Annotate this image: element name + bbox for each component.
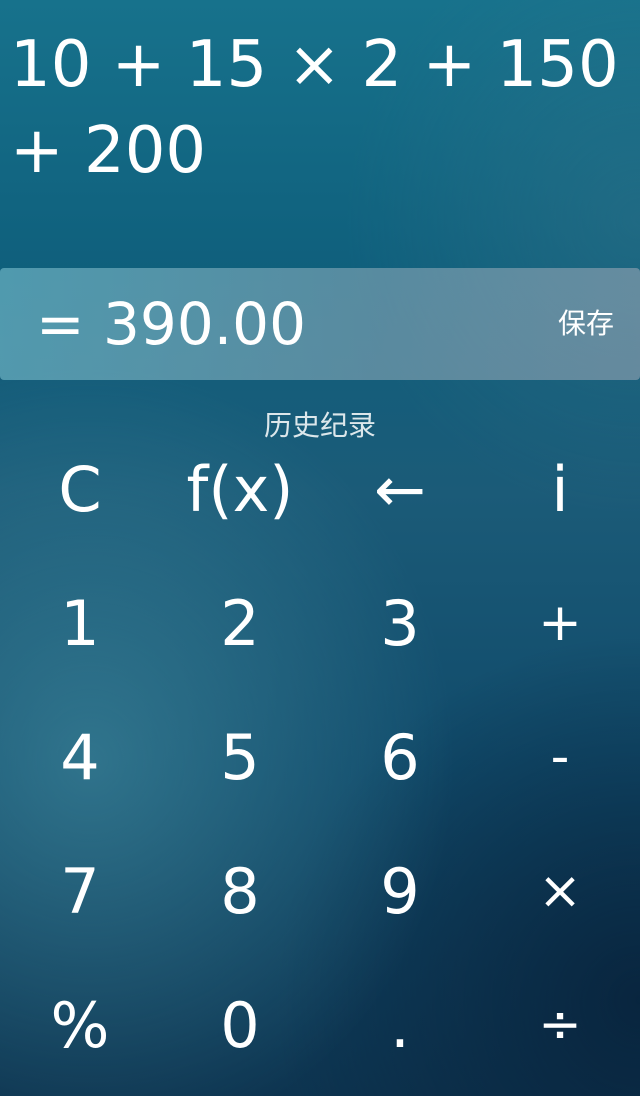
digit-9-key[interactable]: 9 [320, 824, 480, 958]
expression-display: 10 + 15 × 2 + 150 + 200 [10, 28, 619, 188]
digit-8-key[interactable]: 8 [160, 824, 320, 958]
clear-key[interactable]: C [0, 422, 160, 556]
function-key[interactable]: f(x) [160, 422, 320, 556]
digit-0-key[interactable]: 0 [160, 958, 320, 1092]
result-value: = 390.00 [36, 290, 306, 358]
decimal-key[interactable]: . [320, 958, 480, 1092]
result-bar: = 390.00 保存 [0, 268, 640, 380]
digit-3-key[interactable]: 3 [320, 556, 480, 690]
backspace-key[interactable]: ← [320, 422, 480, 556]
digit-5-key[interactable]: 5 [160, 690, 320, 824]
minus-key[interactable]: - [480, 690, 640, 824]
percent-key[interactable]: % [0, 958, 160, 1092]
digit-2-key[interactable]: 2 [160, 556, 320, 690]
digit-4-key[interactable]: 4 [0, 690, 160, 824]
multiply-key[interactable]: × [480, 824, 640, 958]
digit-7-key[interactable]: 7 [0, 824, 160, 958]
digit-1-key[interactable]: 1 [0, 556, 160, 690]
divide-key[interactable]: ÷ [480, 958, 640, 1092]
plus-key[interactable]: + [480, 556, 640, 690]
info-key[interactable]: i [480, 422, 640, 556]
keypad: C f(x) ← i 1 2 3 + 4 5 6 - 7 8 9 × % 0 .… [0, 420, 640, 1096]
digit-6-key[interactable]: 6 [320, 690, 480, 824]
save-button[interactable]: 保存 [558, 268, 614, 380]
